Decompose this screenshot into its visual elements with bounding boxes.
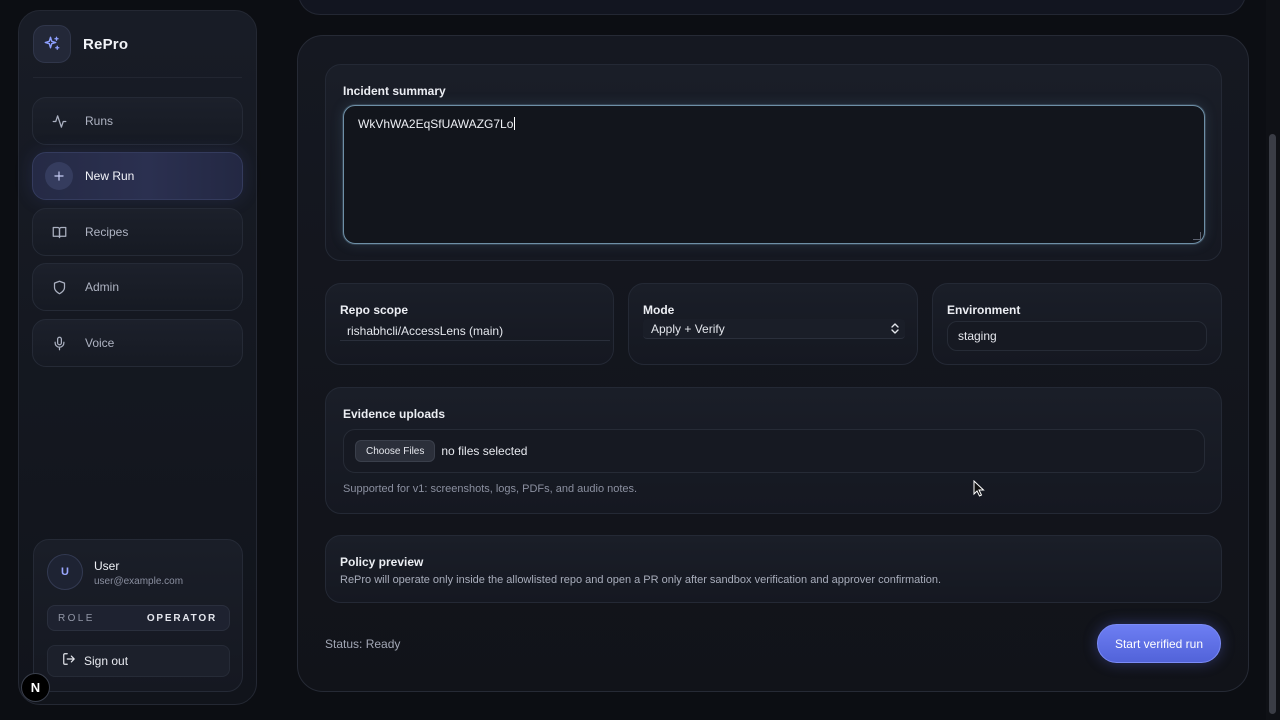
policy-text: RePro will operate only inside the allow…	[340, 574, 942, 586]
role-value: OPERATOR	[146, 612, 217, 624]
sidebar: RePro Runs New Run Recipes Admin Voice U…	[18, 10, 257, 705]
repo-scope-label: Repo scope	[340, 303, 409, 317]
sidebar-item-new-run[interactable]: New Run	[32, 152, 243, 200]
book-icon	[45, 218, 73, 246]
scrollbar[interactable]	[1266, 0, 1280, 720]
sidebar-item-runs[interactable]: Runs	[32, 97, 243, 145]
text-caret	[514, 117, 516, 130]
new-run-form: Incident summary WkVhWA2EqSfUAWAZG7Lo Re…	[297, 35, 1249, 692]
incident-label: Incident summary	[343, 84, 446, 98]
environment-input[interactable]: staging	[947, 321, 1207, 351]
user-card: U User user@example.com ROLE OPERATOR Si…	[33, 539, 243, 692]
role-row: ROLE OPERATOR	[47, 605, 230, 631]
sidebar-divider	[33, 77, 242, 78]
activity-icon	[45, 107, 73, 135]
mouse-cursor-icon	[973, 479, 985, 502]
choose-files-button[interactable]: Choose Files	[355, 440, 436, 462]
avatar: U	[47, 554, 83, 590]
role-label: ROLE	[58, 612, 95, 624]
shield-icon	[45, 273, 73, 301]
brand-name: RePro	[83, 35, 129, 53]
repo-scope-field[interactable]: rishabhcli/AccessLens (main)	[340, 321, 610, 341]
framework-badge[interactable]: N	[21, 673, 50, 702]
incident-card: Incident summary WkVhWA2EqSfUAWAZG7Lo	[325, 64, 1222, 261]
resize-handle-icon[interactable]	[1193, 232, 1201, 240]
user-email: user@example.com	[94, 576, 184, 587]
repo-scope-card: Repo scope rishabhcli/AccessLens (main)	[325, 283, 614, 365]
incident-summary-value: WkVhWA2EqSfUAWAZG7Lo	[358, 117, 514, 131]
scrollbar-thumb[interactable]	[1269, 134, 1276, 714]
chevron-up-down-icon	[891, 323, 899, 334]
brand[interactable]: RePro	[33, 25, 128, 63]
sidebar-item-recipes[interactable]: Recipes	[32, 208, 243, 256]
mode-select[interactable]: Apply + Verify	[643, 319, 905, 339]
environment-label: Environment	[947, 303, 1021, 317]
environment-card: Environment staging	[932, 283, 1222, 365]
user-name: User	[94, 559, 120, 573]
file-input[interactable]: Choose Files no files selected	[343, 429, 1205, 473]
mic-icon	[45, 329, 73, 357]
mode-label: Mode	[643, 303, 675, 317]
evidence-card: Evidence uploads Choose Files no files s…	[325, 387, 1222, 514]
evidence-label: Evidence uploads	[343, 407, 446, 421]
sidebar-item-label: Admin	[85, 280, 120, 294]
file-status: no files selected	[441, 444, 528, 458]
sidebar-item-label: Recipes	[85, 225, 129, 239]
incident-summary-textarea[interactable]: WkVhWA2EqSfUAWAZG7Lo	[343, 105, 1205, 244]
mode-card: Mode Apply + Verify	[628, 283, 918, 365]
start-verified-run-button[interactable]: Start verified run	[1097, 624, 1221, 663]
previous-panel	[298, 0, 1246, 15]
sidebar-item-voice[interactable]: Voice	[32, 319, 243, 367]
sidebar-item-label: Voice	[85, 336, 115, 350]
sidebar-item-label: New Run	[85, 169, 135, 183]
sign-out-label: Sign out	[84, 654, 129, 668]
sidebar-item-label: Runs	[85, 114, 114, 128]
sidebar-item-admin[interactable]: Admin	[32, 263, 243, 311]
policy-label: Policy preview	[340, 555, 424, 569]
log-out-icon	[62, 652, 76, 671]
policy-card: Policy preview RePro will operate only i…	[325, 535, 1222, 603]
mode-value: Apply + Verify	[651, 321, 725, 336]
plus-icon	[45, 162, 73, 190]
evidence-helper-text: Supported for v1: screenshots, logs, PDF…	[343, 483, 638, 495]
sign-out-button[interactable]: Sign out	[47, 645, 230, 677]
status-text: Status: Ready	[325, 637, 401, 651]
sparkles-icon	[33, 25, 71, 63]
